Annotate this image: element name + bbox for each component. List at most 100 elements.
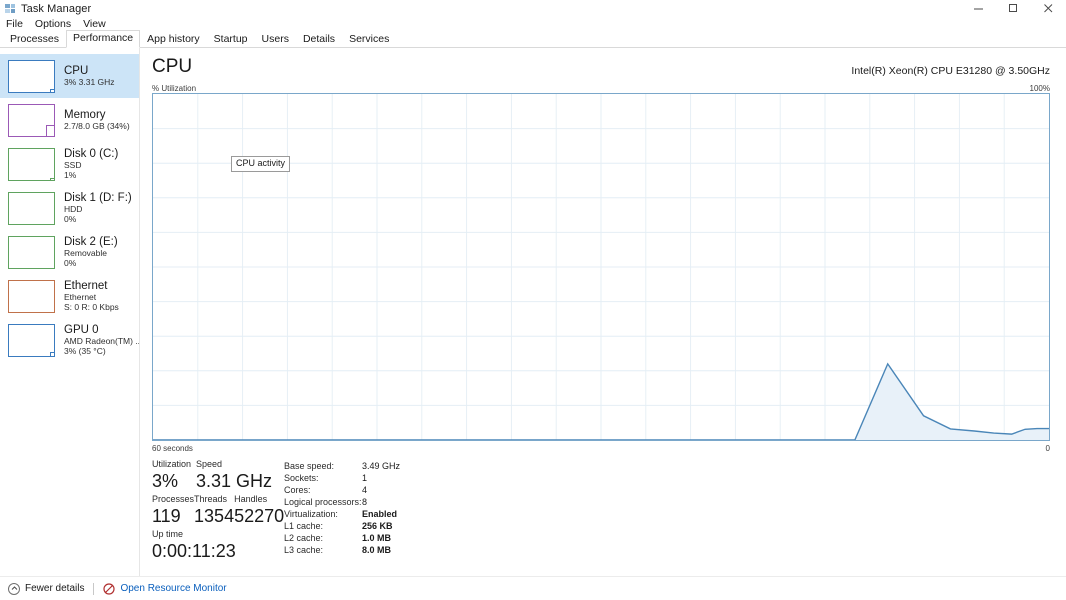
cpu-activity-tooltip: CPU activity xyxy=(231,156,291,172)
sidebar-thumbnail-activity xyxy=(50,351,54,356)
sidebar-item-label: Ethernet xyxy=(64,279,108,292)
sidebar-item-text: Disk 2 (E:) Removable 0% xyxy=(64,236,118,269)
cpu-utilization-graph[interactable] xyxy=(152,93,1050,441)
stat-utilization-value: 3% xyxy=(152,471,179,491)
resource-monitor-icon xyxy=(103,582,116,595)
sidebar-thumbnail xyxy=(8,103,55,137)
cpu-stats-left: Utilization 3% Speed 3.31 GHz Processes … xyxy=(152,458,284,563)
open-resource-monitor-link[interactable]: Open Resource Monitor xyxy=(103,582,227,595)
cpu-graph-container: CPU activity xyxy=(152,93,1050,441)
cpu-stats: Utilization 3% Speed 3.31 GHz Processes … xyxy=(152,455,1050,563)
tab-startup[interactable]: Startup xyxy=(207,32,255,48)
sidebar-item-text: Disk 1 (D: F:) HDD 0% xyxy=(64,192,132,225)
spec-value: 3.49 GHz xyxy=(362,461,401,471)
sidebar-item-text: CPU 3% 3.31 GHz xyxy=(64,65,115,88)
tab-app-history[interactable]: App history xyxy=(140,32,207,48)
spec-key: Sockets: xyxy=(284,473,319,483)
spec-key: Base speed: xyxy=(284,461,335,471)
stat-threads: Threads 1354 xyxy=(194,493,234,528)
tab-users[interactable]: Users xyxy=(255,32,296,48)
menu-item-file[interactable]: File xyxy=(6,18,30,30)
tab-processes[interactable]: Processes xyxy=(3,32,66,48)
spec-value: 4 xyxy=(362,485,368,495)
resource-sidebar: CPU 3% 3.31 GHz Memory 2.7/8.0 GB (34%) Disk… xyxy=(0,48,140,576)
spec-row: Virtualization: Enabled xyxy=(284,508,400,520)
status-divider xyxy=(93,582,95,595)
tab-bar: Processes Performance App history Startu… xyxy=(0,30,1066,48)
stat-speed-value: 3.31 GHz xyxy=(196,471,273,491)
stat-speed-label: Speed xyxy=(196,459,223,469)
graph-max-label: 100% xyxy=(1029,84,1050,93)
menu-item-view[interactable]: View xyxy=(83,18,113,30)
spec-key: Logical processors: xyxy=(284,497,362,507)
sidebar-item-memory[interactable]: Memory 2.7/8.0 GB (34%) xyxy=(0,98,139,142)
sidebar-item-sub2: 3% (35 °C) xyxy=(64,346,106,357)
graph-top-axis: % Utilization 100% xyxy=(152,82,1050,93)
spec-key: L2 cache: xyxy=(284,533,324,543)
stat-handles-value: 52270 xyxy=(234,506,285,526)
stat-threads-label: Threads xyxy=(194,494,228,504)
sidebar-thumbnail xyxy=(8,279,55,313)
spec-value: 1 xyxy=(362,473,368,483)
stat-uptime-value: 0:00:11:23 xyxy=(152,541,236,561)
maximize-icon[interactable] xyxy=(996,0,1031,17)
sidebar-item-sub1: 2.7/8.0 GB (34%) xyxy=(64,121,130,132)
stat-utilization-label: Utilization xyxy=(152,459,192,469)
sidebar-item-text: Ethernet Ethernet S: 0 R: 0 Kbps xyxy=(64,280,119,313)
sidebar-item-disk-2-e[interactable]: Disk 2 (E:) Removable 0% xyxy=(0,230,139,274)
task-manager-icon xyxy=(5,3,16,14)
sidebar-item-label: Disk 0 (C:) xyxy=(64,147,119,160)
sidebar-thumbnail-activity xyxy=(50,177,54,180)
sidebar-thumbnail-activity xyxy=(46,124,54,136)
menu-item-options[interactable]: Options xyxy=(35,18,78,30)
graph-time-label: 60 seconds xyxy=(152,443,193,453)
tab-services[interactable]: Services xyxy=(342,32,396,48)
spec-key: Cores: xyxy=(284,485,311,495)
task-manager-window: Task Manager File Options View Processes… xyxy=(0,0,1066,600)
stat-processes-label: Processes xyxy=(152,494,195,504)
tab-details[interactable]: Details xyxy=(296,32,342,48)
sidebar-item-sub2: S: 0 R: 0 Kbps xyxy=(64,302,119,313)
stat-handles: Handles 52270 xyxy=(234,493,284,528)
fewer-details-label: Fewer details xyxy=(25,583,85,594)
sidebar-item-gpu-0[interactable]: GPU 0 AMD Radeon(TM) ... 3% (35 °C) xyxy=(0,318,139,362)
sidebar-item-disk-1-d-f[interactable]: Disk 1 (D: F:) HDD 0% xyxy=(0,186,139,230)
sidebar-item-label: Disk 1 (D: F:) xyxy=(64,191,132,204)
sidebar-thumbnail xyxy=(8,191,55,225)
sidebar-item-sub2: 0% xyxy=(64,214,77,225)
spec-value: 8 xyxy=(362,497,368,507)
cpu-spec-list: Base speed: 3.49 GHz Sockets: 1 Cores: 4 Logic… xyxy=(284,458,400,563)
open-resource-monitor-label: Open Resource Monitor xyxy=(120,583,227,594)
sidebar-item-label: Memory xyxy=(64,108,106,121)
sidebar-item-disk-0-c[interactable]: Disk 0 (C:) SSD 1% xyxy=(0,142,139,186)
sidebar-item-cpu[interactable]: CPU 3% 3.31 GHz xyxy=(0,54,139,98)
sidebar-item-sub1: AMD Radeon(TM) ... xyxy=(64,336,139,347)
stat-speed: Speed 3.31 GHz xyxy=(196,458,272,493)
sidebar-item-sub1: 3% 3.31 GHz xyxy=(64,77,115,88)
stat-processes-value: 119 xyxy=(152,506,181,526)
content-area: CPU 3% 3.31 GHz Memory 2.7/8.0 GB (34%) Disk… xyxy=(0,48,1066,576)
spec-key: L3 cache: xyxy=(284,545,324,555)
stat-processes: Processes 119 xyxy=(152,493,194,528)
sidebar-item-ethernet[interactable]: Ethernet Ethernet S: 0 R: 0 Kbps xyxy=(0,274,139,318)
spec-key: L1 cache: xyxy=(284,521,324,531)
cpu-model-name: Intel(R) Xeon(R) CPU E31280 @ 3.50GHz xyxy=(851,65,1050,77)
sidebar-item-label: Disk 2 (E:) xyxy=(64,235,118,248)
sidebar-item-sub1: HDD xyxy=(64,204,83,215)
graph-bottom-axis: 60 seconds 0 xyxy=(152,441,1050,455)
sidebar-item-text: GPU 0 AMD Radeon(TM) ... 3% (35 °C) xyxy=(64,324,139,357)
tab-performance[interactable]: Performance xyxy=(66,30,141,48)
cpu-graph-svg xyxy=(153,94,1049,440)
sidebar-item-sub2: 0% xyxy=(64,258,77,269)
stats-row-3: Up time 0:00:11:23 xyxy=(152,528,284,563)
close-icon[interactable] xyxy=(1031,0,1066,17)
spec-row: L1 cache: 256 KB xyxy=(284,520,400,532)
window-title: Task Manager xyxy=(21,2,92,15)
minimize-icon[interactable] xyxy=(961,0,996,17)
spec-value: Enabled xyxy=(362,509,398,519)
sidebar-thumbnail xyxy=(8,323,55,357)
spec-value: 8.0 MB xyxy=(362,545,392,555)
fewer-details-button[interactable]: Fewer details xyxy=(8,582,85,595)
spec-key: Virtualization: xyxy=(284,509,338,519)
page-title: CPU xyxy=(152,56,193,77)
